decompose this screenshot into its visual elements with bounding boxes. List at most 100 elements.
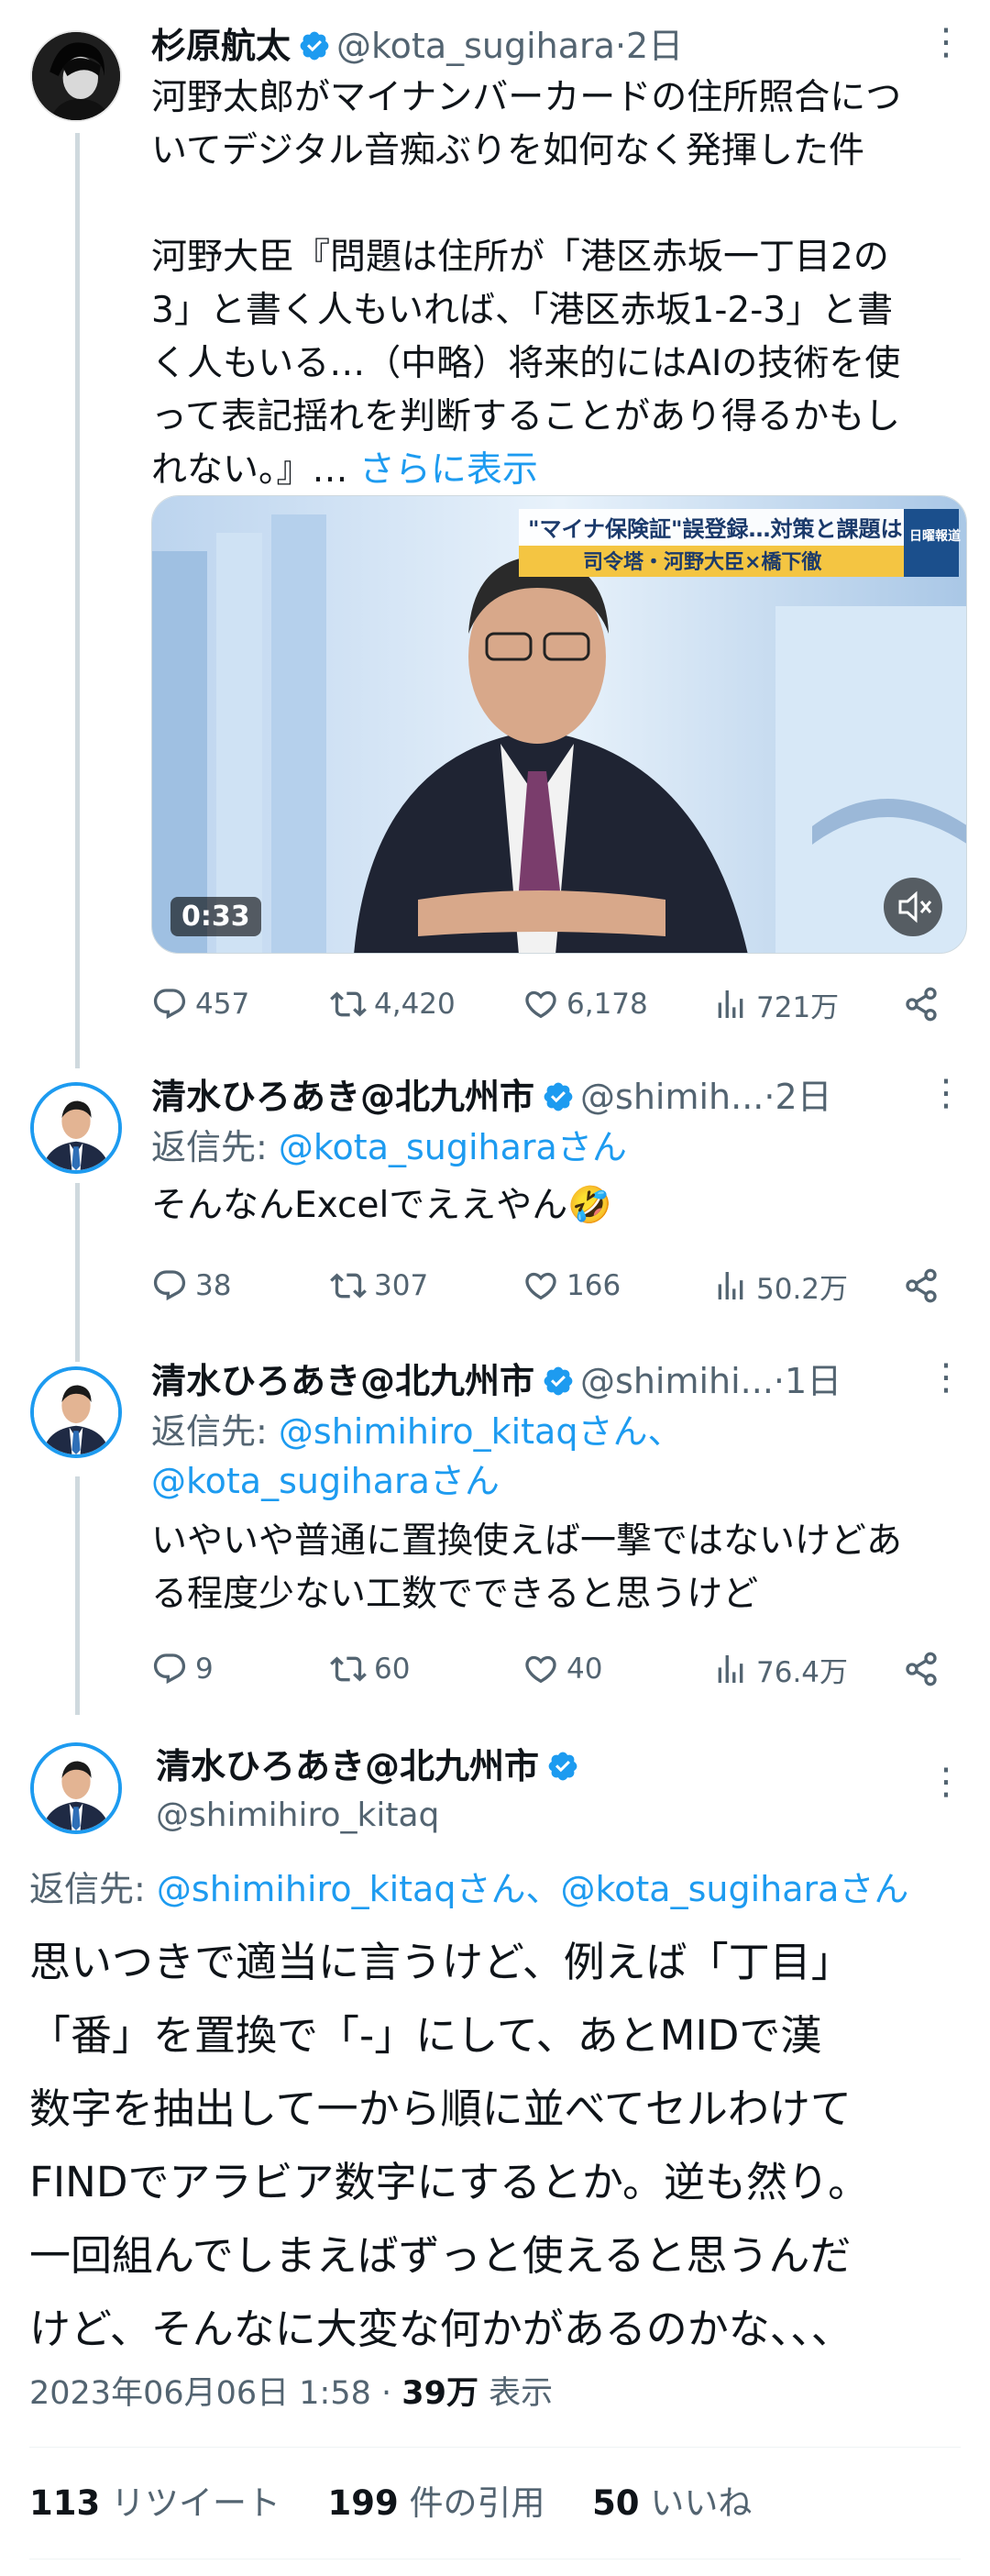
heart-icon	[525, 1655, 556, 1684]
reply-context: 返信先: @kota_sugiharaさん	[151, 1122, 962, 1172]
text-line: 一回組んでしまえばずっと使えると思うんだ	[29, 2231, 852, 2280]
reply-count: 457	[195, 988, 250, 1021]
quotes-count: 199	[327, 2483, 399, 2523]
author-handle[interactable]: @kota_sugihara	[336, 26, 615, 66]
text-line: いやいや普通に置換使えば一撃ではないけどあ	[151, 1520, 903, 1562]
views-count: 39万	[402, 2375, 479, 2412]
video-frame: "マイナ保険証"誤登録…対策と課題は 司令塔・河野大臣×橋下徹 日曜報道	[152, 496, 966, 953]
reply-prefix: 返信先:	[29, 1869, 146, 1909]
likes-stat[interactable]: 50 いいね	[592, 2483, 752, 2523]
separator-dot: ·	[614, 26, 627, 66]
mute-icon[interactable]	[884, 878, 942, 936]
retweet-icon	[330, 1656, 367, 1682]
tweet-actions: 9 60 40 76.4万	[151, 1642, 958, 1697]
text-line: 「番」を置換で「-」にして、あとMIDで漢	[29, 2011, 822, 2060]
tweet-header: 清水ひろあき@北九州市 @shimihi...·1日 ⋮	[151, 1352, 964, 1407]
author-name[interactable]: 清水ひろあき@北九州市	[151, 1361, 534, 1401]
views-count: 721万	[756, 990, 840, 1024]
share-icon	[906, 1652, 937, 1686]
like-button[interactable]: 6,178	[522, 977, 648, 1032]
like-count: 166	[566, 1269, 622, 1302]
tweet-kota[interactable]: 杉原航太 @kota_sugihara·2日 ⋮ 河野太郎がマイナンバーカードの住…	[151, 17, 964, 497]
divider	[29, 2447, 961, 2448]
text-line: 数字を抽出して一から順に並べてセルわけて	[29, 2084, 852, 2133]
avatar-kota-sugihara[interactable]	[30, 30, 122, 122]
more-options-icon[interactable]: ⋮	[928, 17, 964, 68]
author-handle[interactable]: @shimih...	[580, 1077, 764, 1117]
retweet-button[interactable]: 4,420	[330, 977, 456, 1032]
retweet-icon	[330, 991, 367, 1017]
tweet-meta: 2023年06月06日 1:58 · 39万 表示	[29, 2368, 553, 2419]
timestamp[interactable]: 2023年06月06日 1:58	[29, 2375, 371, 2412]
tweet-header: 杉原航太 @kota_sugihara·2日 ⋮	[151, 17, 964, 72]
retweet-count: 60	[374, 1653, 411, 1686]
text-line: いてデジタル音痴ぶりを如何なく発揮した件	[151, 130, 865, 171]
tweet-shimizu-1[interactable]: 清水ひろあき@北九州市 @shimih...·2日 ⋮ 返信先: @kota_su…	[151, 1071, 964, 1233]
retweets-label: リツイート	[111, 2483, 280, 2523]
verified-badge-icon	[548, 1752, 578, 1781]
tweet-time[interactable]: 2日	[775, 1077, 831, 1117]
tweet-actions: 457 4,420 6,178 721万	[151, 977, 958, 1032]
more-options-icon[interactable]: ⋮	[928, 1352, 964, 1403]
main-author-handle[interactable]: @shimihiro_kitaq	[156, 1790, 439, 1841]
tweet-actions: 38 307 166 50.2万	[151, 1258, 958, 1313]
engagement-stats: 113 リツイート 199 件の引用 50 いいね	[29, 2476, 752, 2531]
quotes-stat[interactable]: 199 件の引用	[328, 2483, 545, 2523]
quotes-label: 件の引用	[409, 2483, 545, 2523]
like-button[interactable]: 166	[522, 1258, 621, 1313]
mention-link[interactable]: @kota_sugiharaさん	[151, 1461, 500, 1501]
retweets-stat[interactable]: 113 リツイート	[29, 2483, 280, 2523]
text-line: FINDでアラビア数字にするとか。逆も然り。	[29, 2158, 870, 2206]
text-line: けど、そんなに大変な何かがあるのかな、、、	[29, 2305, 852, 2353]
avatar-shimizu[interactable]	[30, 1082, 122, 1174]
views-button[interactable]: 50.2万	[712, 1258, 848, 1313]
reply-button[interactable]: 38	[151, 1258, 231, 1313]
retweet-icon	[330, 1273, 367, 1299]
views-count: 50.2万	[756, 1272, 849, 1306]
mention-link[interactable]: @shimihiro_kitaqさん	[157, 1869, 526, 1909]
tweet-shimizu-2[interactable]: 清水ひろあき@北九州市 @shimihi...·1日 ⋮ 返信先: @shimih…	[151, 1352, 964, 1621]
reply-count: 9	[195, 1653, 214, 1686]
verified-badge-icon	[544, 1366, 573, 1396]
views-button[interactable]: 721万	[712, 977, 839, 1032]
video-caption-top: "マイナ保険証"誤登録…対策と課題は	[528, 516, 903, 542]
author-handle[interactable]: @shimihi...	[580, 1361, 774, 1401]
text-line: 河野太郎がマイナンバーカードの住所照合につ	[151, 77, 902, 118]
author-name[interactable]: 杉原航太	[151, 26, 291, 66]
show-more-link[interactable]: さらに表示	[359, 449, 538, 491]
video-caption-sub: 司令塔・河野大臣×橋下徹	[583, 550, 822, 574]
share-icon	[906, 1268, 937, 1303]
avatar-shimizu-main[interactable]	[30, 1742, 122, 1834]
retweet-button[interactable]: 307	[330, 1258, 428, 1313]
views-label: 表示	[489, 2375, 554, 2412]
more-options-icon[interactable]: ⋮	[928, 1067, 964, 1119]
avatar-shimizu[interactable]	[30, 1366, 122, 1458]
tweet-time[interactable]: 2日	[626, 26, 683, 66]
likes-label: いいね	[650, 2483, 753, 2523]
retweet-button[interactable]: 60	[330, 1642, 410, 1697]
like-button[interactable]: 40	[522, 1642, 602, 1697]
reply-button[interactable]: 9	[151, 1642, 214, 1697]
author-name[interactable]: 清水ひろあき@北九州市	[151, 1077, 534, 1117]
mention-link[interactable]: @kota_sugiharaさん	[561, 1869, 909, 1909]
text-line: く人もいる…（中略）将来的にはAIの技術を使	[151, 343, 901, 384]
video-player[interactable]: "マイナ保険証"誤登録…対策と課題は 司令塔・河野大臣×橋下徹 日曜報道 0:3…	[151, 495, 967, 954]
text-line: る程度少ない工数でできると思うけど	[151, 1574, 759, 1615]
reply-button[interactable]: 457	[151, 977, 249, 1032]
thread-line-1	[75, 133, 80, 1068]
tweet-header: 清水ひろあき@北九州市 @shimih...·2日 ⋮	[151, 1071, 964, 1122]
main-reply-context: 返信先: @shimihiro_kitaqさん、@kota_sugiharaさん	[29, 1863, 962, 1915]
share-button[interactable]	[903, 1642, 947, 1697]
mention-link[interactable]: @shimihiro_kitaqさん、	[279, 1411, 683, 1452]
likes-count: 50	[592, 2483, 640, 2523]
share-button[interactable]	[903, 1258, 947, 1313]
main-author-name[interactable]: 清水ひろあき@北九州市	[156, 1746, 539, 1786]
mention-link[interactable]: @kota_sugiharaさん	[279, 1127, 627, 1167]
reply-prefix: 返信先:	[151, 1127, 268, 1167]
share-button[interactable]	[903, 977, 947, 1032]
retweet-count: 307	[374, 1269, 429, 1302]
share-icon	[906, 987, 937, 1022]
more-options-icon[interactable]: ⋮	[928, 1761, 964, 1803]
tweet-time[interactable]: 1日	[785, 1361, 842, 1401]
views-button[interactable]: 76.4万	[712, 1642, 848, 1697]
